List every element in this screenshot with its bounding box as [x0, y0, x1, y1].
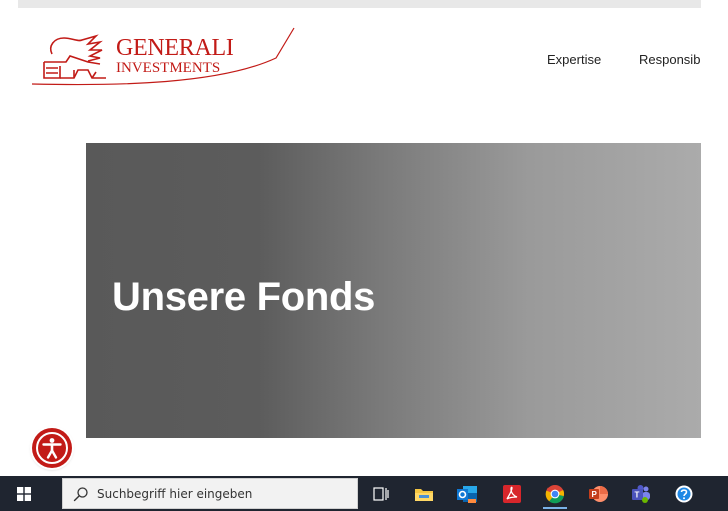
windows-taskbar: Suchbegriff hier eingeben P T: [0, 476, 728, 511]
page-right-margin: [701, 0, 728, 476]
search-icon: [73, 487, 88, 502]
svg-text:P: P: [592, 490, 598, 499]
outlook-button[interactable]: [447, 479, 487, 509]
nav-expertise[interactable]: Expertise: [547, 52, 601, 67]
search-placeholder: Suchbegriff hier eingeben: [97, 487, 253, 501]
nav-responsibility[interactable]: Responsib: [639, 52, 700, 67]
taskbar-search-box[interactable]: Suchbegriff hier eingeben: [62, 478, 358, 509]
start-button[interactable]: [0, 476, 48, 511]
powerpoint-button[interactable]: P: [578, 479, 618, 509]
logo-text-generali: GENERALI: [116, 35, 234, 61]
generali-logo[interactable]: GENERALI INVESTMENTS: [30, 26, 300, 90]
windows-icon: [17, 486, 31, 501]
hero-banner: Unsere Fonds: [86, 143, 701, 438]
chrome-icon: [545, 485, 565, 504]
powerpoint-icon: P: [589, 486, 608, 502]
accessibility-button[interactable]: [32, 428, 72, 468]
acrobat-button[interactable]: [492, 479, 532, 509]
chrome-button[interactable]: [535, 479, 575, 509]
outlook-icon: [457, 486, 477, 503]
teams-button[interactable]: T: [621, 479, 661, 509]
task-view-button[interactable]: [361, 479, 401, 509]
svg-text:T: T: [635, 491, 640, 500]
teams-icon: T: [632, 485, 650, 503]
hero-title: Unsere Fonds: [112, 275, 376, 319]
help-icon: [675, 485, 693, 503]
logo-text-investments: INVESTMENTS: [116, 60, 221, 76]
browser-top-strip: [18, 0, 701, 8]
task-view-icon: [373, 487, 389, 501]
file-explorer-icon: [415, 489, 433, 501]
file-explorer-button[interactable]: [404, 479, 444, 509]
main-nav: Expertise Responsib: [547, 52, 701, 70]
help-button[interactable]: [664, 479, 704, 509]
acrobat-icon: [503, 485, 521, 503]
accessibility-icon: [36, 432, 68, 464]
